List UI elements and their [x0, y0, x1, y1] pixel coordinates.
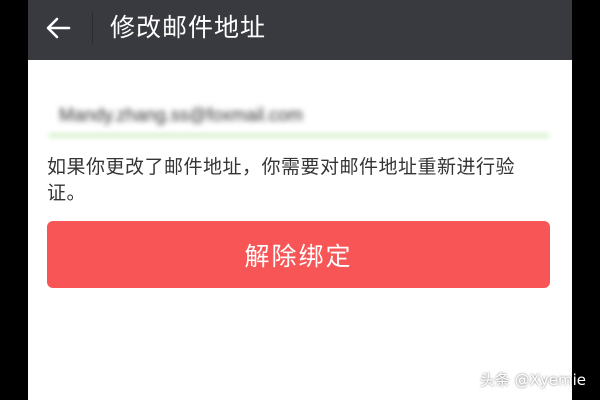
unbind-button[interactable]: 解除绑定 [47, 221, 550, 288]
watermark: 头条 @Xyemie [479, 371, 586, 389]
main-content: 如果你更改了邮件地址，你需要对邮件地址重新进行验证。 解除绑定 [28, 60, 572, 400]
app-bar: 修改邮件地址 [28, 0, 572, 60]
email-input[interactable] [49, 96, 549, 136]
phone-screen: 修改邮件地址 如果你更改了邮件地址，你需要对邮件地址重新进行验证。 解除绑定 [28, 0, 572, 400]
verification-hint: 如果你更改了邮件地址，你需要对邮件地址重新进行验证。 [47, 156, 516, 204]
back-button[interactable] [38, 12, 78, 48]
page-title: 修改邮件地址 [110, 13, 267, 42]
arrow-left-icon [45, 16, 71, 44]
app-bar-divider [92, 12, 93, 44]
